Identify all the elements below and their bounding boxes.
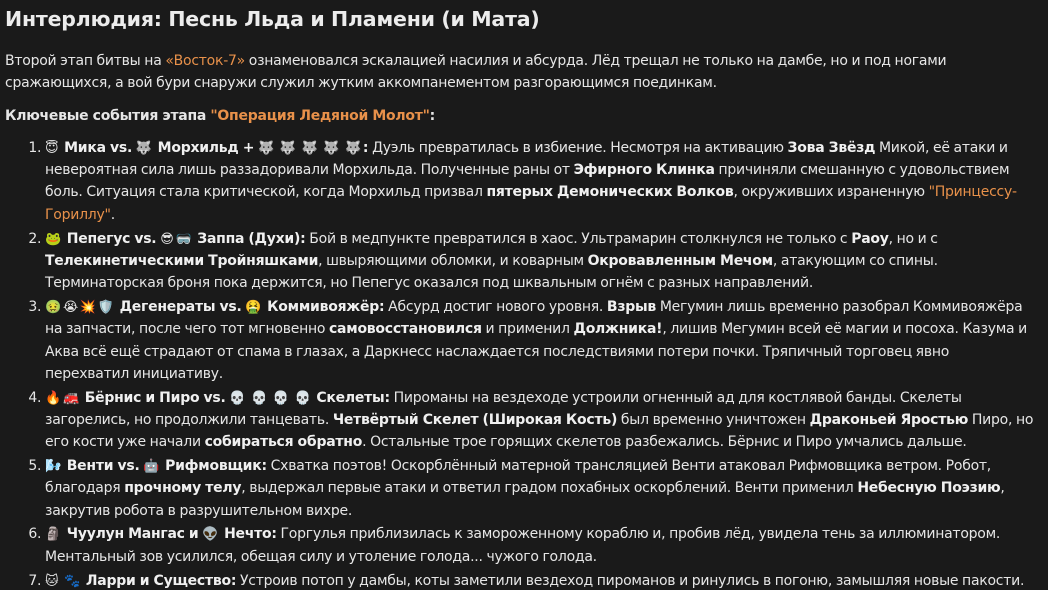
location-highlight: «Восток-7» bbox=[165, 53, 245, 69]
event-title: Морхильд + bbox=[157, 139, 255, 156]
event-title: Венти vs. bbox=[66, 458, 140, 475]
operation-highlight: "Операция Ледяной Молот" bbox=[210, 107, 430, 124]
vomiting-face-icon: 🤮 bbox=[245, 299, 262, 315]
event-text: , но и с bbox=[888, 230, 938, 247]
skull-icon: 💀 bbox=[251, 390, 268, 406]
event-text: и применил bbox=[481, 321, 574, 338]
event-title: Пепегус vs. bbox=[66, 230, 157, 247]
list-item: 🗿 Чуулун Мангас и 👽 Нечто: Горгулья приб… bbox=[45, 523, 1035, 568]
angel-face-icon: 😇 bbox=[45, 140, 59, 156]
events-heading-label: Ключевые события этапа bbox=[5, 107, 211, 124]
event-text: , окруживших израненную bbox=[733, 184, 929, 201]
wolf-icon: 🐺 bbox=[323, 140, 340, 156]
bold-term: прочному телу bbox=[124, 480, 242, 497]
event-title: Мика vs. bbox=[64, 139, 133, 156]
wolf-icon: 🐺 bbox=[257, 140, 274, 156]
event-title: Рифмовщик: bbox=[165, 458, 267, 475]
event-text: . Остальные трое горящих скелетов разбеж… bbox=[362, 434, 967, 451]
intro-text: Второй этап битвы на bbox=[5, 53, 166, 69]
event-title: Скелеты: bbox=[316, 389, 390, 406]
bold-term: Взрыв bbox=[606, 298, 657, 315]
event-title: Нечто: bbox=[224, 526, 277, 543]
goggles-icon: 🥽 bbox=[175, 231, 192, 247]
event-text: Абсурд достиг нового уровня. bbox=[384, 298, 607, 315]
moai-statue-icon: 🗿 bbox=[45, 527, 61, 543]
event-text: . bbox=[110, 206, 115, 223]
explosion-icon: 💥 bbox=[79, 299, 96, 315]
wind-icon: 🌬️ bbox=[45, 459, 61, 475]
events-heading: Ключевые события этапа "Операция Ледяной… bbox=[5, 105, 1045, 127]
bold-term: Окровавленным Мечом bbox=[587, 252, 773, 269]
list-item: 🐱 🐾 Ларри и Существо: Устроив потоп у да… bbox=[45, 570, 1035, 590]
bold-term: Драконьей Яростью bbox=[809, 411, 969, 428]
event-title: Бёрнис и Пиро vs. bbox=[84, 389, 226, 406]
event-text: был временно уничтожен bbox=[617, 411, 810, 428]
bold-term: Эфирного Клинка bbox=[573, 162, 715, 179]
event-text: Дуэль превратилась в избиение. Несмотря … bbox=[368, 139, 788, 156]
wolf-icon: 🐺 bbox=[301, 140, 318, 156]
crying-face-icon: 😭 bbox=[62, 299, 78, 315]
event-title: Дегенераты vs. bbox=[119, 298, 242, 315]
sunglasses-face-icon: 😎 bbox=[160, 231, 174, 247]
wolf-icon: 🐺 bbox=[279, 140, 296, 156]
paw-prints-icon: 🐾 bbox=[64, 573, 81, 589]
skull-icon: 💀 bbox=[294, 390, 311, 406]
events-list: 😇 Мика vs. 🐺 Морхильд + 🐺 🐺 🐺 🐺 🐺: Дуэль… bbox=[5, 137, 1045, 590]
bold-term: Телекинетическими Тройняшками bbox=[45, 252, 319, 269]
list-item: 🤢😭💥🛡️ Дегенераты vs. 🤮 Коммивояжёр: Абсу… bbox=[45, 296, 1035, 385]
event-text: Устроив потоп у дамбы, коты заметили вез… bbox=[236, 572, 1025, 589]
frog-icon: 🐸 bbox=[45, 231, 61, 247]
wolf-icon: 🐺 bbox=[344, 140, 361, 156]
event-title: Ларри и Существо: bbox=[85, 572, 237, 589]
list-item: 🔥🚒 Бёрнис и Пиро vs. 💀 💀 💀 💀 Скелеты: Пи… bbox=[45, 387, 1035, 454]
bold-term: Должника! bbox=[573, 321, 663, 338]
bold-term: Небесную Поэзию bbox=[857, 480, 1001, 497]
page-title: Интерлюдия: Песнь Льда и Пламени (и Мата… bbox=[5, 7, 540, 31]
bold-term: пятерых Демонических Волков bbox=[486, 184, 734, 201]
list-item: 🌬️ Венти vs. 🤖 Рифмовщик: Схватка поэтов… bbox=[45, 455, 1035, 522]
document: Интерлюдия: Песнь Льда и Пламени (и Мата… bbox=[5, 0, 1045, 590]
nauseated-face-icon: 🤢 bbox=[45, 299, 61, 315]
bold-term: собираться обратно bbox=[204, 434, 363, 451]
event-text: Бой в медпункте превратился в хаос. Ульт… bbox=[305, 230, 852, 247]
bold-term: Зова Звёзд bbox=[787, 139, 876, 156]
event-text: , выдержал первые атаки и ответил градом… bbox=[241, 480, 858, 497]
shield-icon: 🛡️ bbox=[97, 299, 114, 315]
bold-term: самовосстановился bbox=[329, 321, 482, 338]
bold-term: Раоу bbox=[851, 230, 889, 247]
alien-icon: 👽 bbox=[202, 527, 219, 543]
fire-truck-icon: 🚒 bbox=[62, 390, 79, 406]
list-item: 😇 Мика vs. 🐺 Морхильд + 🐺 🐺 🐺 🐺 🐺: Дуэль… bbox=[45, 137, 1035, 226]
skull-icon: 💀 bbox=[272, 390, 289, 406]
event-title: Коммивояжёр: bbox=[267, 298, 385, 315]
event-title: Чуулун Мангас и bbox=[66, 526, 199, 543]
event-title: Заппа (Духи): bbox=[197, 230, 306, 247]
event-text: , швыряющими обломки, и коварным bbox=[318, 252, 588, 269]
events-heading-colon: : bbox=[429, 107, 436, 124]
list-item: 🐸 Пепегус vs. 😎🥽 Заппа (Духи): Бой в мед… bbox=[45, 228, 1035, 295]
skull-icon: 💀 bbox=[229, 390, 246, 406]
fire-icon: 🔥 bbox=[45, 390, 61, 406]
cat-face-icon: 🐱 bbox=[45, 573, 59, 589]
robot-icon: 🤖 bbox=[143, 459, 160, 475]
bold-term: Четвёртый Скелет (Широкая Кость) bbox=[332, 411, 618, 428]
intro-paragraph: Второй этап битвы на «Восток-7» ознамено… bbox=[5, 50, 1045, 95]
wolf-icon: 🐺 bbox=[135, 140, 152, 156]
